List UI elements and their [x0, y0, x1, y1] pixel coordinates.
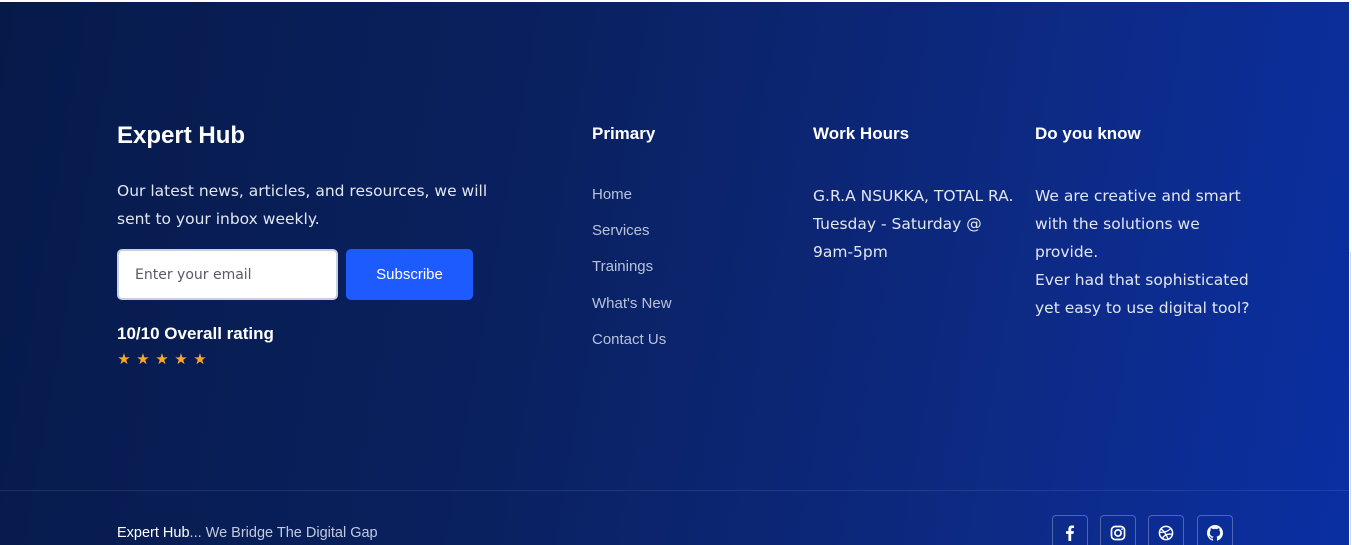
brand-title: Expert Hub [117, 122, 246, 149]
footer: Expert Hub Our latest news, articles, an… [0, 2, 1349, 545]
work-hours-heading: Work Hours [813, 124, 910, 143]
star-icon: ★ [117, 350, 131, 368]
nav-link-home[interactable]: Home [592, 186, 632, 203]
primary-heading: Primary [592, 124, 656, 143]
newsletter-description: Our latest news, articles, and resources… [117, 182, 488, 228]
scrollbar-track [1350, 252, 1351, 545]
nav-link-services[interactable]: Services [592, 222, 650, 239]
bottom-brand: Expert Hub [117, 525, 190, 541]
do-you-know-line-1: We are creative and smart with the solut… [1035, 187, 1241, 261]
rating-stars: ★ ★ ★ ★ ★ [115, 351, 209, 367]
dribbble-link[interactable] [1148, 515, 1184, 545]
overall-rating: 10/10 Overall rating [117, 324, 274, 343]
do-you-know-text: We are creative and smart with the solut… [1035, 182, 1250, 322]
do-you-know-line-2: Ever had that sophisticated yet easy to … [1035, 271, 1250, 317]
instagram-icon [1110, 525, 1126, 541]
work-hours-text: G.R.A NSUKKA, TOTAL RA. Tuesday - Saturd… [813, 182, 1023, 266]
instagram-link[interactable] [1100, 515, 1136, 545]
star-icon: ★ [155, 350, 169, 368]
star-icon: ★ [136, 350, 150, 368]
nav-link-trainings[interactable]: Trainings [592, 258, 653, 275]
github-icon [1207, 525, 1223, 541]
email-field[interactable] [117, 249, 338, 300]
subscribe-button[interactable]: Subscribe [346, 249, 473, 300]
nav-link-whats-new[interactable]: What's New [592, 295, 672, 312]
github-link[interactable] [1197, 515, 1233, 545]
star-icon: ★ [174, 350, 188, 368]
primary-nav: Home Services Trainings What's New Conta… [592, 186, 672, 367]
bottom-tagline: ... We Bridge The Digital Gap [189, 525, 378, 541]
star-icon: ★ [193, 350, 207, 368]
do-you-know-heading: Do you know [1035, 124, 1141, 143]
nav-link-contact-us[interactable]: Contact Us [592, 331, 666, 348]
dribbble-icon [1158, 525, 1174, 541]
work-hours-address: G.R.A NSUKKA, TOTAL RA. [813, 187, 1014, 205]
footer-divider [0, 490, 1349, 491]
copyright-text: Expert Hub... We Bridge The Digital Gap [117, 525, 378, 541]
facebook-link[interactable] [1052, 515, 1088, 545]
facebook-icon [1066, 525, 1074, 541]
work-hours-schedule: Tuesday - Saturday @ 9am-5pm [813, 215, 982, 261]
